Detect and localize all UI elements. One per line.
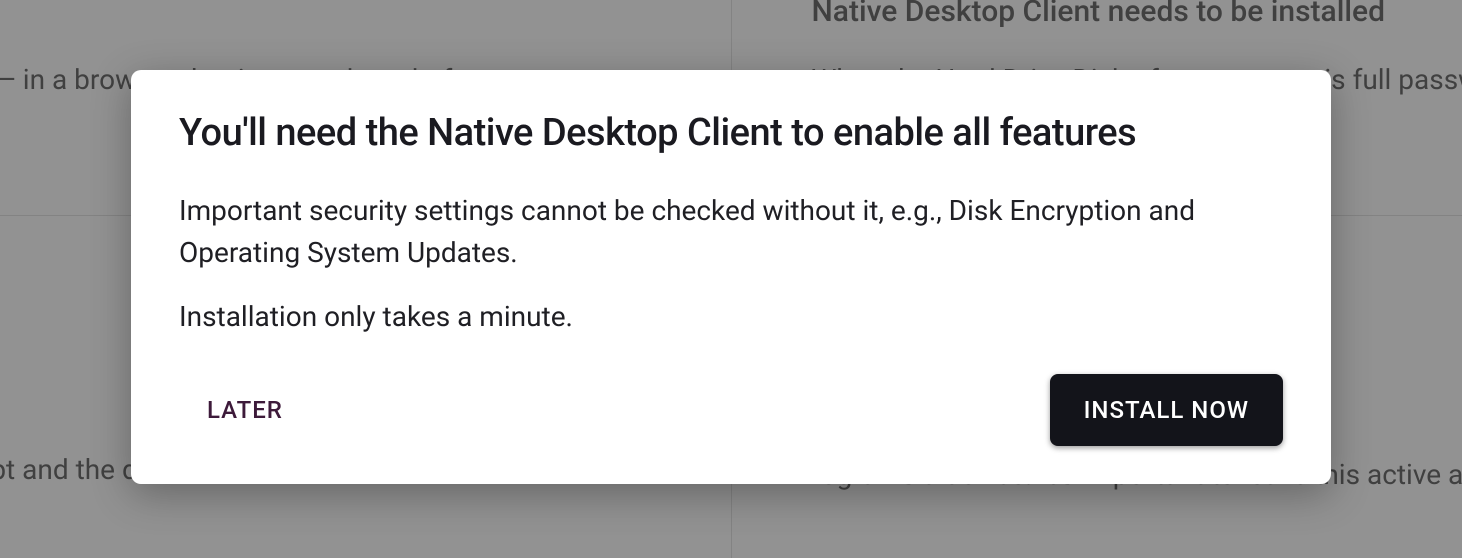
install-now-button[interactable]: INSTALL NOW (1050, 374, 1283, 446)
later-button[interactable]: LATER (179, 378, 311, 442)
dialog-body-p2: Installation only takes a minute. (179, 296, 1283, 338)
dialog-body-p1: Important security settings cannot be ch… (179, 190, 1283, 274)
install-client-dialog: You'll need the Native Desktop Client to… (131, 70, 1331, 484)
dialog-actions: LATER INSTALL NOW (179, 374, 1283, 446)
dialog-body: Important security settings cannot be ch… (179, 190, 1283, 338)
dialog-title: You'll need the Native Desktop Client to… (179, 112, 1283, 156)
